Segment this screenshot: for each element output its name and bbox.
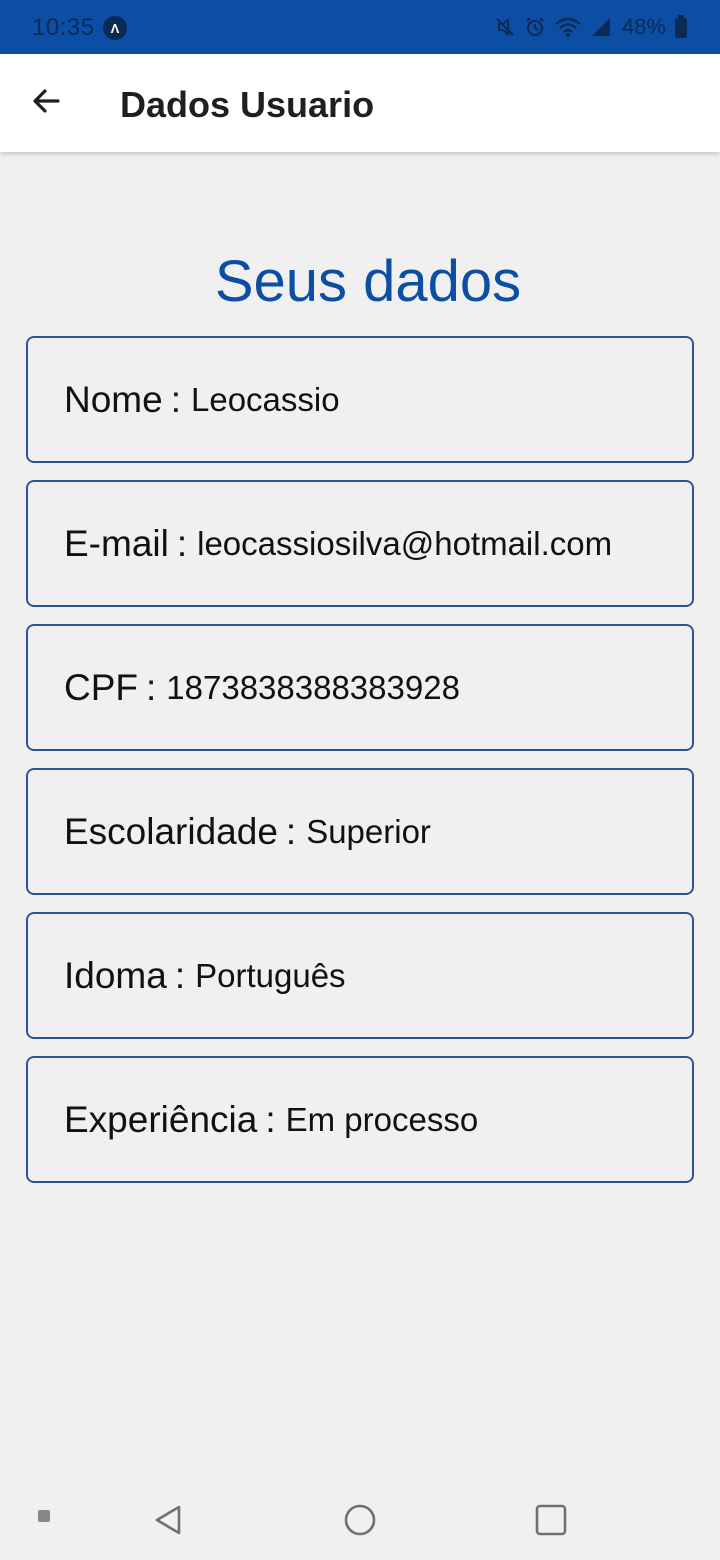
menu-dot-icon[interactable] (36, 1508, 52, 1524)
status-time: 10:35 (32, 14, 95, 41)
battery-icon (674, 15, 688, 39)
field-separator: : (265, 1098, 276, 1140)
field-card-nome: Nome : Leocassio (26, 336, 694, 463)
field-card-experiencia: Experiência : Em processo (26, 1056, 694, 1183)
wifi-icon (554, 16, 582, 38)
system-nav-bar (0, 1476, 720, 1560)
field-separator: : (174, 954, 186, 996)
field-separator: : (170, 378, 181, 420)
arrow-left-icon (30, 85, 62, 122)
back-button[interactable] (22, 81, 70, 125)
signal-icon (590, 16, 612, 38)
alarm-icon (524, 16, 546, 38)
app-notification-icon: Λ (103, 16, 127, 40)
home-circle-icon[interactable] (338, 1498, 382, 1542)
field-label: Experiência (64, 1098, 258, 1140)
field-label: Escolaridade (64, 810, 278, 852)
field-label: Nome (64, 378, 163, 420)
field-value: Leocassio (190, 380, 340, 418)
field-card-escolaridade: Escolaridade : Superior (26, 768, 694, 895)
field-value: Superior (306, 812, 431, 850)
field-label: Idoma (64, 954, 167, 996)
status-icons: 48% (494, 13, 688, 41)
field-separator: : (176, 522, 188, 564)
field-separator: : (146, 666, 157, 708)
field-label: CPF (64, 666, 138, 708)
field-value: 1873838388383928 (166, 668, 460, 706)
recents-square-icon[interactable] (529, 1498, 573, 1542)
field-label: E-mail (64, 522, 169, 564)
field-value: leocassiosilva@hotmail.com (197, 524, 613, 562)
field-value: Em processo (285, 1100, 479, 1138)
mute-icon (494, 16, 516, 38)
field-card-email: E-mail : leocassiosilva@hotmail.com (26, 480, 694, 607)
field-separator: : (285, 810, 297, 852)
status-bar: 10:35 Λ 48% (0, 0, 720, 54)
back-triangle-icon[interactable] (146, 1498, 190, 1542)
page-title: Dados Usuario (120, 84, 375, 125)
battery-percentage: 48% (621, 14, 666, 39)
app-bar: Dados Usuario (0, 54, 720, 152)
section-heading: Seus dados (214, 249, 522, 314)
field-value: Português (195, 956, 346, 994)
field-card-cpf: CPF : 1873838388383928 (26, 624, 694, 751)
field-card-idioma: Idoma : Português (26, 912, 694, 1039)
